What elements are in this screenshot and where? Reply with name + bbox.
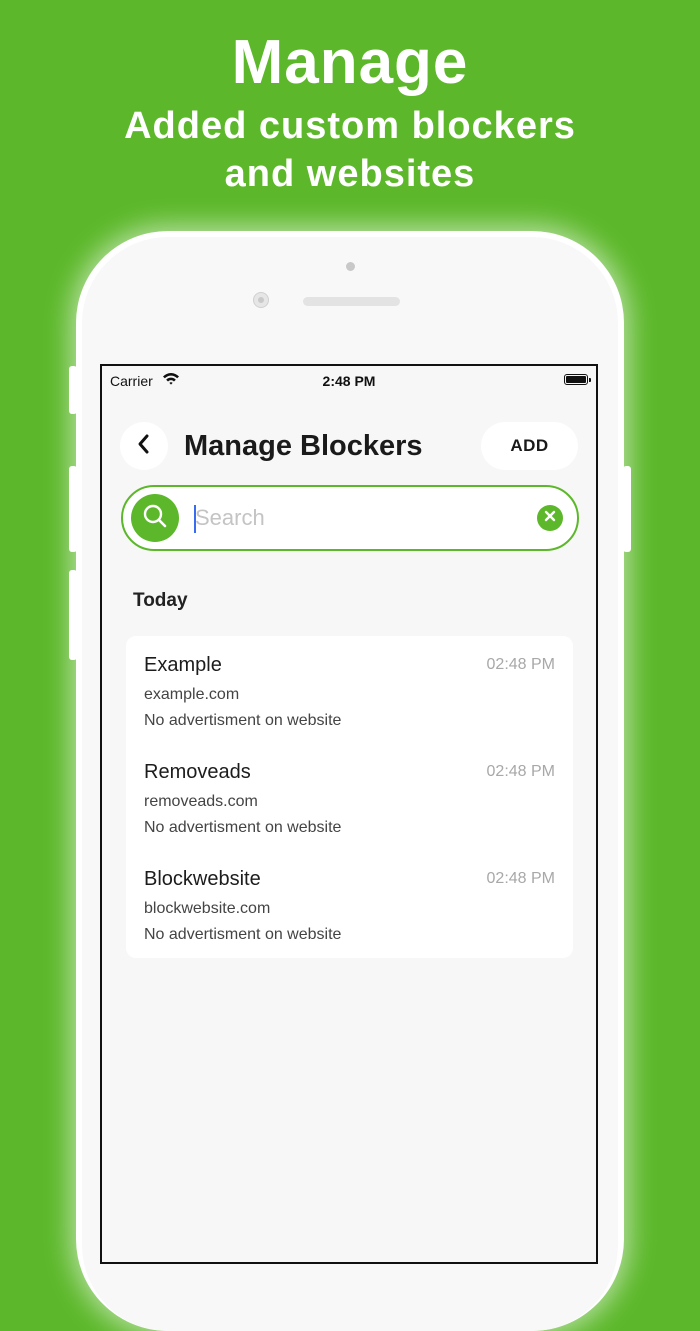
add-button[interactable]: ADD [481, 422, 578, 470]
close-icon [543, 509, 557, 528]
status-bar: Carrier 2:48 PM [102, 366, 596, 396]
search-button[interactable] [131, 494, 179, 542]
blocker-time: 02:48 PM [486, 656, 555, 673]
battery-icon [564, 374, 591, 385]
hero-subtitle: Added custom blockers and websites [0, 102, 700, 198]
blocker-list-item[interactable]: Example 02:48 PM example.com No advertis… [144, 652, 555, 752]
hero-subtitle-line-1: Added custom blockers [124, 105, 576, 147]
blocker-time: 02:48 PM [486, 870, 555, 887]
hero-subtitle-line-2: and websites [224, 153, 476, 195]
clear-search-button[interactable] [537, 505, 563, 531]
blocker-name: Removeads [144, 761, 251, 783]
blocker-description: No advertisment on website [144, 819, 342, 836]
search-input[interactable] [195, 500, 515, 536]
status-time: 2:48 PM [322, 373, 376, 389]
app-screen: Carrier 2:48 PM Manage Blockers ADD Sear… [100, 364, 598, 1264]
section-title-today: Today [133, 590, 188, 611]
hero-title: Manage [231, 28, 469, 97]
blocker-description: No advertisment on website [144, 712, 342, 729]
blocker-time: 02:48 PM [486, 763, 555, 780]
search-icon [142, 503, 168, 534]
blocker-description: No advertisment on website [144, 926, 342, 943]
blocker-name: Example [144, 654, 222, 676]
blocker-name: Blockwebsite [144, 868, 261, 890]
back-button[interactable] [120, 422, 168, 470]
search-bar[interactable] [121, 485, 579, 551]
blocker-url: example.com [144, 686, 240, 703]
page-title: Manage Blockers [184, 430, 423, 462]
blocker-url: blockwebsite.com [144, 900, 271, 917]
proximity-sensor [346, 262, 355, 271]
earpiece-speaker [303, 297, 400, 306]
chevron-left-icon [136, 433, 152, 460]
blocker-url: removeads.com [144, 793, 258, 810]
blocker-list-item[interactable]: Blockwebsite 02:48 PM blockwebsite.com N… [144, 866, 555, 966]
front-camera [253, 292, 269, 308]
blocker-list: Example 02:48 PM example.com No advertis… [126, 636, 573, 958]
phone-side-button-power [623, 466, 631, 552]
blocker-list-item[interactable]: Removeads 02:48 PM removeads.com No adve… [144, 759, 555, 859]
